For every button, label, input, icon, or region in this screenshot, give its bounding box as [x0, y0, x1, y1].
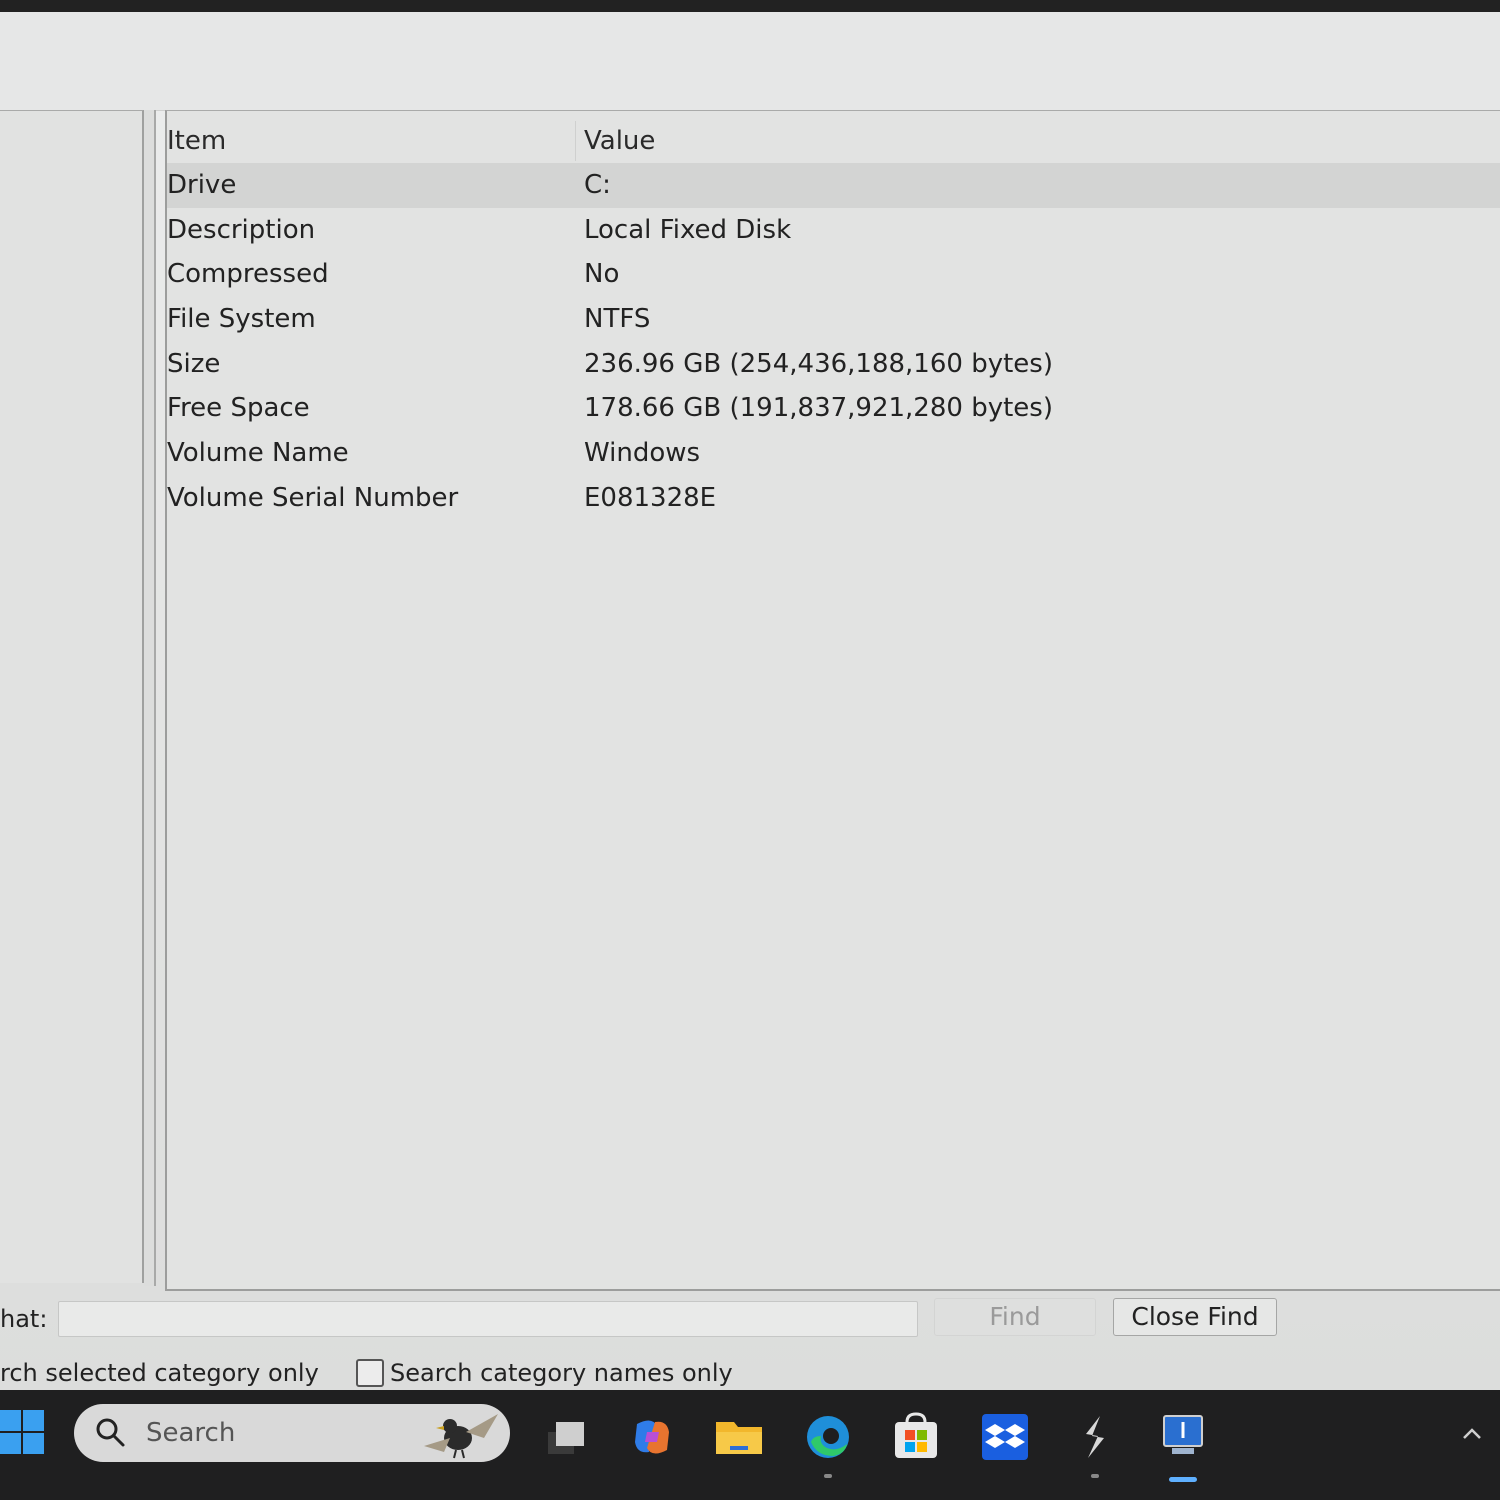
- folder-glyph: [716, 1422, 762, 1454]
- row-value: 236.96 GB (254,436,188,160 bytes): [584, 348, 1053, 379]
- screen-bezel: [0, 0, 1500, 12]
- task-view-icon[interactable]: [540, 1412, 590, 1462]
- find-button[interactable]: Find: [934, 1298, 1096, 1336]
- windows-start-icon[interactable]: [0, 1410, 46, 1456]
- taskbar-search-box[interactable]: Search: [74, 1404, 510, 1462]
- list-row-drive[interactable]: Drive C:: [167, 163, 1500, 208]
- list-header: Item Value: [167, 111, 1500, 161]
- active-app-indicator: [1169, 1477, 1197, 1482]
- row-value: NTFS: [584, 304, 651, 335]
- system-information-icon[interactable]: [1158, 1412, 1208, 1482]
- list-row-size[interactable]: Size 236.96 GB (254,436,188,160 bytes): [167, 342, 1500, 387]
- row-value: No: [584, 259, 620, 290]
- search-highlight-bird-icon: [424, 1414, 498, 1459]
- window-toolbar-area: [0, 12, 1500, 111]
- search-selected-category-only-label[interactable]: rch selected category only: [0, 1359, 319, 1387]
- taskbar: Search: [0, 1390, 1500, 1500]
- search-category-names-only-checkbox[interactable]: [356, 1359, 384, 1387]
- row-item: Free Space: [167, 393, 310, 424]
- list-row-free-space[interactable]: Free Space 178.66 GB (191,837,921,280 by…: [167, 386, 1500, 431]
- search-placeholder: Search: [146, 1418, 236, 1448]
- row-item: Volume Serial Number: [167, 482, 459, 513]
- start-tile: [0, 1433, 21, 1454]
- row-item: Description: [167, 214, 316, 245]
- list-row-compressed[interactable]: Compressed No: [167, 252, 1500, 297]
- close-find-button[interactable]: Close Find: [1113, 1298, 1277, 1336]
- start-tile: [23, 1433, 44, 1454]
- row-item: Volume Name: [167, 438, 349, 469]
- search-category-names-only-label[interactable]: Search category names only: [390, 1359, 733, 1387]
- find-what-label: hat:: [0, 1305, 48, 1333]
- running-indicator: [1091, 1474, 1099, 1478]
- microsoft-store-icon[interactable]: [891, 1412, 941, 1462]
- task-view-glyph: [548, 1422, 584, 1454]
- row-value: Windows: [584, 438, 701, 469]
- row-item: File System: [167, 304, 316, 335]
- row-value: 178.66 GB (191,837,921,280 bytes): [584, 393, 1053, 424]
- find-what-input[interactable]: [58, 1301, 918, 1337]
- list-row-volume-name[interactable]: Volume Name Windows: [167, 431, 1500, 476]
- edge-glyph: [807, 1416, 849, 1458]
- copilot-glyph: [635, 1420, 669, 1454]
- system-information-window: Item Value Drive C: Description Local Fi…: [0, 12, 1500, 1390]
- row-item: Drive: [167, 170, 237, 200]
- copilot-icon[interactable]: [627, 1412, 677, 1462]
- find-bar: hat: Find Close Find rch selected catego…: [0, 1297, 1500, 1402]
- show-hidden-icons-chevron[interactable]: [1458, 1420, 1486, 1448]
- edge-icon[interactable]: [803, 1412, 853, 1478]
- running-indicator: [824, 1474, 832, 1478]
- dropbox-glyph: [982, 1414, 1028, 1460]
- column-header-value[interactable]: Value: [575, 121, 1484, 161]
- start-tile: [23, 1410, 44, 1431]
- list-row-description[interactable]: Description Local Fixed Disk: [167, 208, 1500, 253]
- file-explorer-icon[interactable]: [714, 1412, 764, 1462]
- dropbox-icon[interactable]: [980, 1412, 1030, 1462]
- list-row-volume-serial-number[interactable]: Volume Serial Number E081328E: [167, 476, 1500, 521]
- row-item: Size: [167, 348, 221, 379]
- monitor-glyph: [1163, 1415, 1203, 1454]
- start-tile: [0, 1410, 21, 1431]
- category-tree-pane[interactable]: [0, 110, 144, 1283]
- row-item: Compressed: [167, 259, 329, 290]
- row-value: Local Fixed Disk: [584, 214, 792, 245]
- app-s-icon[interactable]: [1070, 1412, 1120, 1478]
- list-row-file-system[interactable]: File System NTFS: [167, 297, 1500, 342]
- pane-splitter[interactable]: [144, 110, 156, 1286]
- s-glyph: [1086, 1416, 1104, 1458]
- store-glyph: [895, 1412, 937, 1458]
- row-value: E081328E: [584, 482, 717, 513]
- search-icon: [96, 1418, 125, 1447]
- row-value: C:: [584, 170, 611, 200]
- details-rows: Drive C: Description Local Fixed Disk Co…: [167, 163, 1500, 521]
- details-list-pane[interactable]: Item Value Drive C: Description Local Fi…: [165, 110, 1500, 1291]
- column-header-item[interactable]: Item: [167, 121, 572, 161]
